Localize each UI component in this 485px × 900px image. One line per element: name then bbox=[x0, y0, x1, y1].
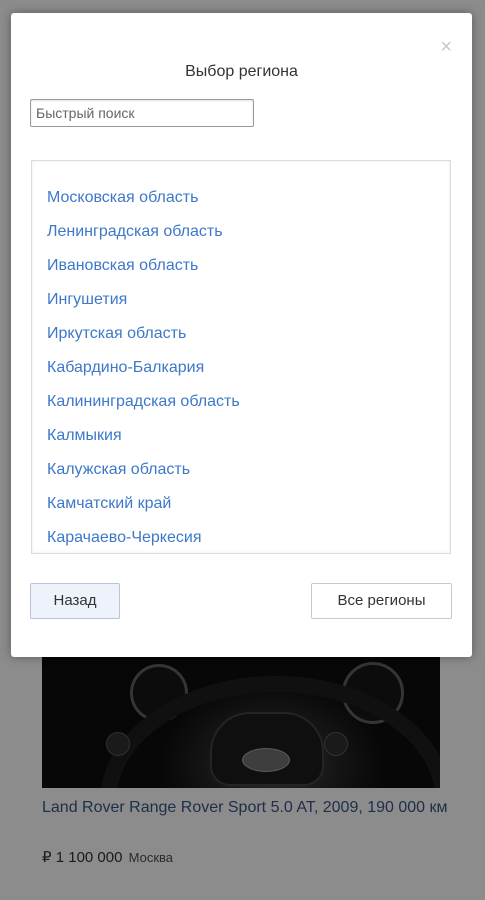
region-item[interactable]: Кабардино-Балкария bbox=[47, 357, 240, 391]
quick-search-input[interactable] bbox=[30, 99, 254, 127]
region-item[interactable]: Камчатский край bbox=[47, 493, 240, 527]
region-item[interactable]: Ленинградская область bbox=[47, 221, 240, 255]
region-item[interactable]: Карачаево-Черкесия bbox=[47, 527, 240, 553]
region-list[interactable]: Московская область Ленинградская область… bbox=[31, 160, 451, 554]
region-item[interactable]: Ивановская область bbox=[47, 255, 240, 289]
region-item[interactable]: Калужская область bbox=[47, 459, 240, 493]
region-item[interactable]: Калининградская область bbox=[47, 391, 240, 425]
all-regions-button[interactable]: Все регионы bbox=[311, 583, 452, 619]
dialog-title: Выбор региона bbox=[185, 63, 298, 80]
close-icon[interactable]: × bbox=[440, 37, 452, 57]
region-items: Московская область Ленинградская область… bbox=[47, 187, 240, 553]
region-select-dialog: × Выбор региона Московская область Ленин… bbox=[11, 13, 472, 657]
region-item[interactable]: Ингушетия bbox=[47, 289, 240, 323]
region-item[interactable]: Калмыкия bbox=[47, 425, 240, 459]
region-item[interactable]: Московская область bbox=[47, 187, 240, 221]
back-button[interactable]: Назад bbox=[30, 583, 120, 619]
region-item[interactable]: Иркутская область bbox=[47, 323, 240, 357]
